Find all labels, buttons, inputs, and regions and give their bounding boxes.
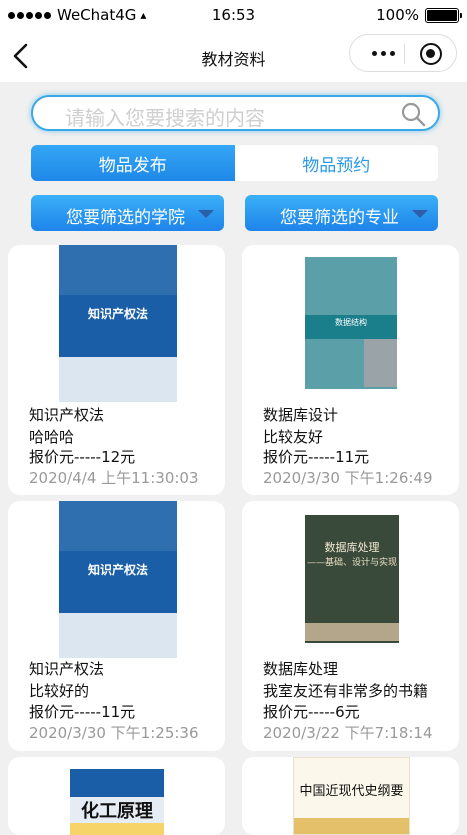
more-options-icon[interactable] xyxy=(372,51,395,56)
tab-bar: 物品发布 物品预约 xyxy=(31,145,438,181)
status-bar: WeChat4G ▴ 16:53 100% xyxy=(0,0,467,30)
college-filter-dropdown[interactable]: 您要筛选的学院 xyxy=(31,195,224,231)
book-cover-title: 知识产权法 xyxy=(87,307,148,321)
book-card[interactable]: 知识产权法 知识产权法 比较好的 报价元-----11元 2020/3/30 下… xyxy=(8,501,225,751)
search-input[interactable]: 请输入您要搜索的内容 xyxy=(31,95,440,131)
search-icon[interactable] xyxy=(400,101,426,127)
book-cover-title: 数据结构 xyxy=(335,318,367,327)
book-cover-image: 中国近现代史纲要 xyxy=(293,757,410,835)
book-cover-image: 数据库处理 ——基础、设计与实现 xyxy=(305,515,399,643)
book-timestamp: 2020/4/4 上午11:30:03 xyxy=(29,469,199,487)
book-card[interactable]: 化工原理 xyxy=(8,757,225,835)
tab-item-publish[interactable]: 物品发布 xyxy=(31,145,235,181)
book-price: 报价元-----11元 xyxy=(263,448,370,466)
book-name: 知识产权法 xyxy=(29,406,105,424)
book-name: 数据库处理 xyxy=(263,660,339,678)
close-mini-program-icon[interactable] xyxy=(420,43,442,65)
nav-bar: 教材资料 xyxy=(0,30,467,82)
capsule-divider xyxy=(404,44,405,64)
book-name: 知识产权法 xyxy=(29,660,105,678)
book-cover-image: 化工原理 xyxy=(70,769,164,835)
book-name: 数据库设计 xyxy=(263,406,339,424)
college-filter-label: 您要筛选的学院 xyxy=(66,208,185,228)
book-card[interactable]: 数据结构 数据库设计 比较友好 报价元-----11元 2020/3/30 下午… xyxy=(242,245,459,495)
book-cover-subtitle: ——基础、设计与实现 xyxy=(306,558,397,568)
book-price: 报价元-----11元 xyxy=(29,703,136,721)
search-placeholder: 请输入您要搜索的内容 xyxy=(65,106,265,130)
mini-program-capsule xyxy=(349,34,457,72)
book-cover-image: 数据结构 xyxy=(305,257,397,389)
book-cover-title: 知识产权法 xyxy=(87,563,148,577)
book-description: 哈哈哈 xyxy=(29,428,75,446)
book-price: 报价元-----12元 xyxy=(29,448,136,466)
book-card[interactable]: 数据库处理 ——基础、设计与实现 数据库处理 我室友还有非常多的书籍 报价元--… xyxy=(242,501,459,751)
major-filter-label: 您要筛选的专业 xyxy=(280,208,399,228)
book-timestamp: 2020/3/30 下午1:26:49 xyxy=(263,469,433,487)
book-description: 比较好的 xyxy=(29,682,90,700)
book-card[interactable]: 中国近现代史纲要 xyxy=(242,757,459,835)
book-cover-image: 知识产权法 xyxy=(59,501,177,658)
chevron-down-icon xyxy=(198,210,214,218)
battery-percent: 100% xyxy=(376,6,419,24)
battery-icon xyxy=(425,7,462,23)
book-cover-title: 中国近现代史纲要 xyxy=(299,784,404,799)
book-cover-image: 知识产权法 xyxy=(59,245,177,402)
book-timestamp: 2020/3/22 下午7:18:14 xyxy=(263,724,433,742)
book-timestamp: 2020/3/30 下午1:25:36 xyxy=(29,724,199,742)
book-cover-title: 化工原理 xyxy=(81,801,153,822)
book-description: 比较友好 xyxy=(263,428,324,446)
book-price: 报价元-----6元 xyxy=(263,703,360,721)
book-card[interactable]: 知识产权法 知识产权法 哈哈哈 报价元-----12元 2020/4/4 上午1… xyxy=(8,245,225,495)
major-filter-dropdown[interactable]: 您要筛选的专业 xyxy=(245,195,438,231)
tab-item-reserve[interactable]: 物品预约 xyxy=(234,145,438,181)
battery-info: 100% xyxy=(376,6,462,24)
chevron-down-icon xyxy=(412,210,428,218)
book-description: 我室友还有非常多的书籍 xyxy=(263,682,429,700)
book-cover-title: 数据库处理 xyxy=(324,541,380,554)
